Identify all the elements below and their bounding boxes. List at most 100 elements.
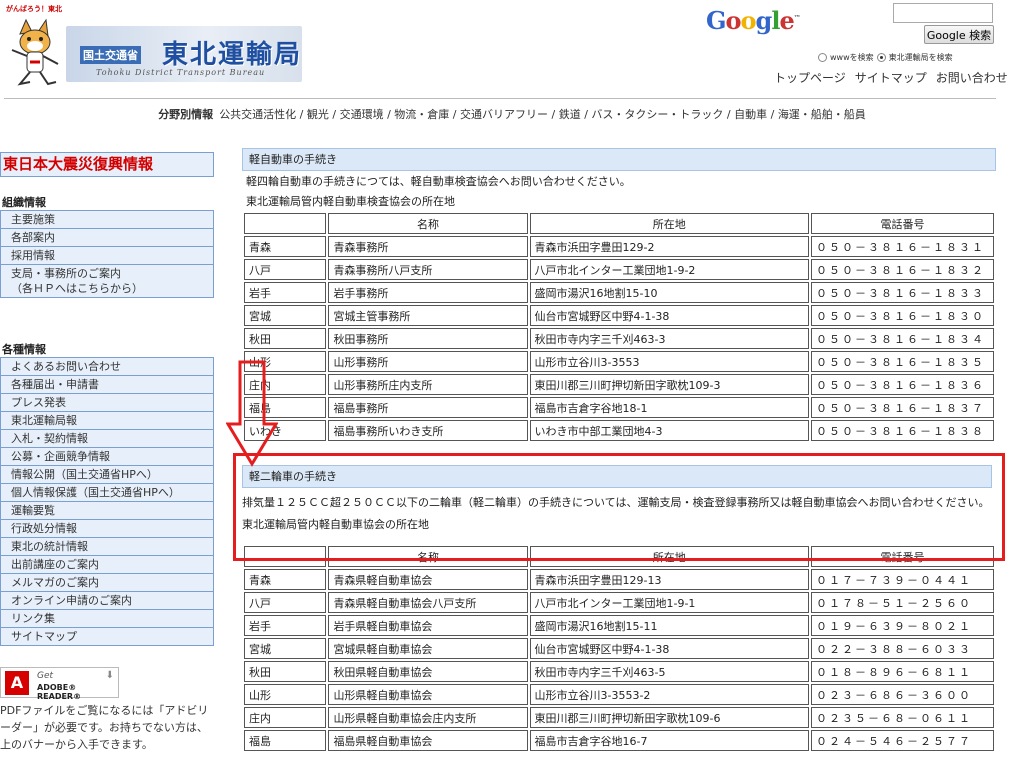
- sidebar-item[interactable]: 情報公開（国土交通省HPへ）: [0, 466, 214, 484]
- google-search-button[interactable]: Google 検索: [924, 25, 994, 44]
- table-row: 岩手 岩手県軽自動車協会 盛岡市湯沢16地割15-11 ０１９－６３９－８０２１: [244, 615, 994, 636]
- table-header-cell: 所在地: [529, 213, 809, 234]
- sidebar-item[interactable]: 東北運輸局報: [0, 412, 214, 430]
- sidebar-group: 組織情報 主要施策 各部案内 採用情報 支局・事務所のご案内 （各ＨＰへはこちらから）: [0, 195, 214, 298]
- category-nav-link[interactable]: 交通環境: [340, 108, 384, 121]
- table-cell-phone: ０１９－６３９－８０２１: [811, 615, 994, 636]
- table-cell-address: 八戸市北インター工業団地1-9-1: [529, 592, 809, 613]
- table-row: 八戸 青森県軽自動車協会八戸支所 八戸市北インター工業団地1-9-1 ０１７８－５１－…: [244, 592, 994, 613]
- top-links: トップページ サイトマップ お問い合わせ: [774, 69, 1008, 86]
- table-cell-name: 岩手県軽自動車協会: [328, 615, 528, 636]
- table-cell-region: 山形: [244, 684, 327, 705]
- sidebar-item[interactable]: サイトマップ: [0, 628, 214, 646]
- sidebar-item[interactable]: 個人情報保護（国土交通省HPへ）: [0, 484, 214, 502]
- section-note: 軽四輪自動車の手続きにつては、軽自動車検査協会へお問い合わせください。: [246, 175, 631, 188]
- logo-english: Tohoku District Transport Bureau: [96, 68, 266, 77]
- site-logo[interactable]: がんばろう！東北 国土交通省 東北運輸局 Tohoku District Tra…: [4, 4, 304, 90]
- adobe-reader-banner[interactable]: A Get ADOBE® READER® ⬇: [0, 667, 119, 701]
- table-cell-phone: ０１７－７３９－０４４１: [811, 569, 994, 590]
- google-logo-letter: g: [755, 6, 773, 35]
- nav-separator: /: [296, 108, 307, 121]
- sidebar-item[interactable]: メルマガのご案内: [0, 574, 214, 592]
- category-nav-link[interactable]: 物流・倉庫: [394, 108, 449, 121]
- kei-car-office-table: 名称 所在地 電話番号 青森 青森事務所 青森市浜田字豊田129-2 ０５０－３８１６－１８…: [242, 211, 996, 443]
- search-site-radio[interactable]: [876, 53, 886, 62]
- table-cell-region: 青森: [244, 569, 327, 590]
- nav-separator: /: [580, 108, 592, 121]
- table-cell-region: 八戸: [244, 592, 327, 613]
- sidebar-item[interactable]: 公募・企画競争情報: [0, 448, 214, 466]
- category-nav-link[interactable]: バス・タクシー・トラック: [591, 108, 723, 121]
- site-header: がんばろう！東北 国土交通省 東北運輸局 Tohoku District Tra…: [0, 0, 1024, 98]
- sidebar-item[interactable]: 行政処分情報: [0, 520, 214, 538]
- table-header-cell: 名称: [328, 213, 528, 234]
- motorcycle-section: 軽二輪車の手続き 排気量１２５ＣＣ超２５０ＣＣ以下の二輪車（軽二輪車）の手続きに…: [233, 453, 1005, 561]
- table-header-cell: [244, 213, 327, 234]
- logo-tagline: がんばろう！東北: [6, 5, 62, 13]
- category-nav-link[interactable]: 公共交通活性化: [219, 108, 296, 121]
- table-cell-address: 福島市吉倉字谷地16-7: [529, 730, 809, 751]
- category-nav-link[interactable]: 海運・船舶・船員: [778, 108, 866, 121]
- section-title-motorcycle: 軽二輪車の手続き: [242, 465, 992, 488]
- table-cell-name: 秋田県軽自動車協会: [328, 661, 528, 682]
- table-cell-region: 八戸: [244, 259, 327, 280]
- table-row: 庄内 山形県軽自動車協会庄内支所 東田川郡三川町押切新田字歌枕109-6 ０２３５－６…: [244, 707, 994, 728]
- search-input[interactable]: [893, 3, 993, 23]
- sidebar-item[interactable]: 主要施策: [0, 211, 214, 229]
- table-cell-address: いわき市中部工業団地4-3: [529, 420, 809, 441]
- category-nav-link[interactable]: 観光: [307, 108, 329, 121]
- sidebar-item[interactable]: 各部案内: [0, 229, 214, 247]
- sidebar-group-title: 各種情報: [0, 342, 214, 358]
- sidebar-item[interactable]: 支局・事務所のご案内 （各ＨＰへはこちらから）: [0, 265, 214, 298]
- table-cell-address: 仙台市宮城野区中野4-1-38: [529, 638, 809, 659]
- search-site-label: 東北運輸局を検索: [888, 53, 953, 62]
- table-cell-region: 福島: [244, 730, 327, 751]
- table-row: 福島 福島事務所 福島市吉倉字谷地18-1 ０５０－３８１６－１８３７: [244, 397, 994, 418]
- sidebar-item[interactable]: 運輸要覧: [0, 502, 214, 520]
- table-cell-address: 青森市浜田字豊田129-13: [529, 569, 809, 590]
- table-cell-name: 青森事務所: [328, 236, 528, 257]
- main-content: 軽自動車の手続き 軽四輪自動車の手続きにつては、軽自動車検査協会へお問い合わせく…: [233, 148, 1005, 753]
- top-link-home[interactable]: トップページ: [774, 69, 846, 86]
- table-header-row: 名称 所在地 電話番号: [244, 213, 994, 234]
- quake-recovery-banner[interactable]: 東日本大震災復興情報: [0, 152, 214, 177]
- table-row: 庄内 山形事務所庄内支所 東田川郡三川町押切新田字歌枕109-3 ０５０－３８１６－１…: [244, 374, 994, 395]
- motorcycle-association-table: 名称 所在地 電話番号 青森 青森県軽自動車協会 青森市浜田字豊田129-13 ０１７－７３…: [242, 544, 996, 753]
- table-row: 宮城 宮城県軽自動車協会 仙台市宮城野区中野4-1-38 ０２２－３８８－６０３３: [244, 638, 994, 659]
- section-subtitle: 東北運輸局管内軽自動車検査協会の所在地: [246, 195, 455, 208]
- table-cell-name: 青森事務所八戸支所: [328, 259, 528, 280]
- category-nav-link[interactable]: 交通バリアフリー: [460, 108, 548, 121]
- search-www-radio[interactable]: [818, 53, 827, 62]
- table-cell-phone: ０２２－３８８－６０３３: [811, 638, 994, 659]
- pdf-note: PDFファイルをご覧になるには「アドビリーダー」が必要です。お持ちでない方は、上…: [0, 704, 209, 751]
- sidebar-item[interactable]: 入札・契約情報: [0, 430, 214, 448]
- category-nav: 分野別情報 公共交通活性化 / 観光 / 交通環境 / 物流・倉庫 / 交通バリア…: [0, 106, 1024, 122]
- table-row: いわき 福島事務所いわき支所 いわき市中部工業団地4-3 ０５０－３８１６－１８３８: [244, 420, 994, 441]
- category-nav-link[interactable]: 自動車: [734, 108, 767, 121]
- sidebar-item[interactable]: プレス発表: [0, 394, 214, 412]
- sidebar-item[interactable]: 出前講座のご案内: [0, 556, 214, 574]
- table-row: 青森 青森事務所 青森市浜田字豊田129-2 ０５０－３８１６－１８３１: [244, 236, 994, 257]
- table-cell-name: 福島県軽自動車協会: [328, 730, 528, 751]
- sidebar-item[interactable]: リンク集: [0, 610, 214, 628]
- adobe-logo-icon: A: [5, 671, 29, 695]
- table-cell-address: 福島市吉倉字谷地18-1: [529, 397, 809, 418]
- nav-separator: /: [328, 108, 340, 121]
- table-row: 宮城 宮城主管事務所 仙台市宮城野区中野4-1-38 ０５０－３８１６－１８３０: [244, 305, 994, 326]
- top-link-sitemap[interactable]: サイトマップ: [855, 69, 927, 86]
- google-logo-letter: e: [779, 6, 794, 35]
- google-logo-letter: G: [706, 6, 726, 35]
- category-nav-link[interactable]: 鉄道: [559, 108, 581, 121]
- category-nav-label: 分野別情報: [158, 108, 214, 121]
- top-link-contact[interactable]: お問い合わせ: [936, 69, 1008, 86]
- table-cell-phone: ０５０－３８１６－１８３０: [811, 305, 994, 326]
- sidebar-item[interactable]: よくあるお問い合わせ: [0, 358, 214, 376]
- table-cell-region: 福島: [244, 397, 327, 418]
- sidebar-item[interactable]: 各種届出・申請書: [0, 376, 214, 394]
- sidebar-item[interactable]: 東北の統計情報: [0, 538, 214, 556]
- sidebar-item[interactable]: 採用情報: [0, 247, 214, 265]
- logo-ministry: 国土交通省: [80, 46, 141, 64]
- sidebar-item[interactable]: オンライン申請のご案内: [0, 592, 214, 610]
- table-row: 青森 青森県軽自動車協会 青森市浜田字豊田129-13 ０１７－７３９－０４４１: [244, 569, 994, 590]
- table-row: 山形 山形事務所 山形市立谷川3-3553 ０５０－３８１６－１８３５: [244, 351, 994, 372]
